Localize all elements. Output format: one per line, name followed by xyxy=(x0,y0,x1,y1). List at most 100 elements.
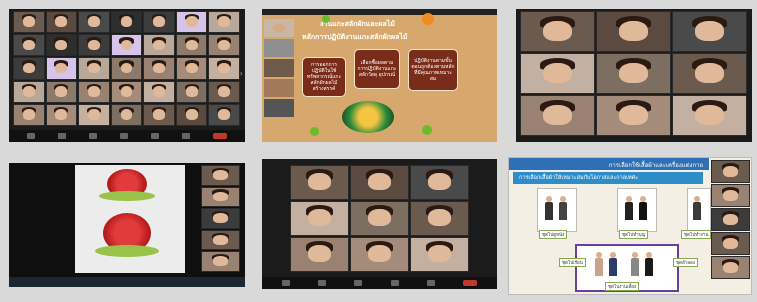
participant-video-tile[interactable] xyxy=(13,80,45,103)
participant-video-tile[interactable] xyxy=(13,11,45,34)
participant-video-tile[interactable] xyxy=(45,57,78,80)
participant-video-tile[interactable] xyxy=(520,53,595,94)
mute-icon[interactable] xyxy=(26,133,35,139)
participant-video-tile[interactable] xyxy=(110,57,143,80)
participant-video-tile[interactable] xyxy=(175,80,208,103)
participants-icon[interactable] xyxy=(88,133,97,139)
participant-video-tile[interactable] xyxy=(78,57,110,80)
video-icon[interactable] xyxy=(318,280,327,286)
participant-video-tile[interactable] xyxy=(201,208,240,229)
participant-video-tile[interactable] xyxy=(350,165,409,200)
participant-video-tile[interactable] xyxy=(45,11,78,34)
video-icon[interactable] xyxy=(57,133,66,139)
participant-face xyxy=(185,39,198,51)
woman-figure xyxy=(595,252,603,276)
man-figure xyxy=(693,196,701,220)
participant-video-tile[interactable] xyxy=(45,103,78,126)
participant-video-tile[interactable] xyxy=(208,57,240,80)
participant-video-tile[interactable] xyxy=(45,34,78,57)
participant-video-tile[interactable] xyxy=(596,53,671,94)
participant-video-tile[interactable] xyxy=(711,184,750,207)
participant-video-tile[interactable] xyxy=(143,34,175,57)
participant-video-tile[interactable] xyxy=(201,251,240,272)
participant-video-tile[interactable] xyxy=(143,57,175,80)
participant-video-tile[interactable] xyxy=(78,80,110,103)
woman-figure xyxy=(545,196,553,220)
participant-video-tile[interactable] xyxy=(110,11,143,34)
participant-video-tile[interactable] xyxy=(175,57,208,80)
participant-video-tile[interactable] xyxy=(78,11,110,34)
participant-video-tile[interactable] xyxy=(13,57,45,80)
participant-video-tile[interactable] xyxy=(175,103,208,126)
participant-video-tile[interactable] xyxy=(711,208,750,231)
participant-video-tile[interactable] xyxy=(143,11,175,34)
participant-video-tile[interactable] xyxy=(201,229,240,251)
outfit-label: ชุดลำลอง xyxy=(673,258,698,267)
participant-video-tile[interactable] xyxy=(350,201,409,236)
participant-video-tile[interactable] xyxy=(201,186,240,208)
mute-icon[interactable] xyxy=(282,280,291,286)
participant-video-tile[interactable] xyxy=(13,34,45,57)
share-screen-icon[interactable] xyxy=(151,133,160,139)
participant-video-tile[interactable] xyxy=(175,11,208,34)
step-bubble-3: ปฏิบัติงานตามขั้นตอนถูกต้องตามหลักที่มีค… xyxy=(408,49,458,91)
participant-face xyxy=(120,86,133,97)
chat-icon[interactable] xyxy=(390,280,399,286)
participant-video-tile[interactable] xyxy=(290,165,349,200)
participant-video-tile[interactable] xyxy=(45,80,78,103)
participant-video-tile[interactable] xyxy=(711,160,750,183)
participant-face xyxy=(308,173,331,191)
participant-face xyxy=(368,245,391,263)
participant-video-tile[interactable] xyxy=(208,80,240,103)
share-screen-icon[interactable] xyxy=(426,280,435,286)
participant-face xyxy=(120,39,133,51)
participant-video-tile[interactable] xyxy=(208,34,240,57)
participant-video-tile[interactable] xyxy=(672,95,747,136)
participant-face xyxy=(368,173,391,191)
participant-video-tile[interactable] xyxy=(672,53,747,94)
participants-icon[interactable] xyxy=(354,280,363,286)
participant-video-tile[interactable] xyxy=(410,237,469,272)
participant-face xyxy=(55,109,68,120)
slide-title: งานแกะสลักผักและผลไม้ xyxy=(320,20,395,28)
participant-video-tile[interactable] xyxy=(520,11,595,52)
slide-title-bar: การเลือกใช้เสื้อผ้าและเครื่องแต่งกาย xyxy=(509,158,709,170)
participant-video-tile[interactable] xyxy=(201,165,240,186)
participant-video-tile[interactable] xyxy=(520,95,595,136)
participant-video-tile[interactable] xyxy=(78,103,110,126)
participant-video-tile[interactable] xyxy=(672,11,747,52)
record-icon[interactable] xyxy=(182,133,191,139)
participant-video-tile[interactable] xyxy=(143,103,175,126)
participant-video-tile[interactable] xyxy=(110,80,143,103)
participant-face xyxy=(88,16,100,27)
participant-face xyxy=(218,16,231,27)
end-meeting-button[interactable] xyxy=(462,280,477,286)
participant-video-tile[interactable] xyxy=(290,237,349,272)
participant-video-tile[interactable] xyxy=(290,201,349,236)
participant-video-tile[interactable] xyxy=(208,11,240,34)
participant-video-tile[interactable] xyxy=(208,103,240,126)
participant-video-tile[interactable] xyxy=(350,237,409,272)
next-page-chevron-icon[interactable]: › xyxy=(240,69,243,78)
participant-face xyxy=(542,104,573,125)
end-meeting-button[interactable] xyxy=(213,133,228,139)
chat-icon[interactable] xyxy=(119,133,128,139)
participant-video-tile[interactable] xyxy=(410,201,469,236)
participant-video-tile[interactable] xyxy=(143,80,175,103)
participant-video-tile[interactable] xyxy=(711,232,750,255)
participant-video-tile[interactable] xyxy=(596,11,671,52)
participant-video-tile[interactable] xyxy=(110,34,143,57)
participant-video-tile[interactable] xyxy=(596,95,671,136)
participant-face xyxy=(213,191,228,202)
participant-video-tile[interactable] xyxy=(110,103,143,126)
participant-face xyxy=(694,104,725,125)
participant-video-tile[interactable] xyxy=(711,256,750,279)
participant-video-tile[interactable] xyxy=(410,165,469,200)
participant-video-tile[interactable] xyxy=(78,34,110,57)
fruit-carving-image xyxy=(342,101,394,133)
outfit-card xyxy=(537,188,577,232)
participant-video-tile[interactable] xyxy=(175,34,208,57)
presentation-panel-1: งานแกะสลักผักและผลไม้ หลักการปฏิบัติงานแ… xyxy=(262,9,497,142)
participant-video-tile[interactable] xyxy=(13,103,45,126)
participant-face xyxy=(428,173,451,191)
